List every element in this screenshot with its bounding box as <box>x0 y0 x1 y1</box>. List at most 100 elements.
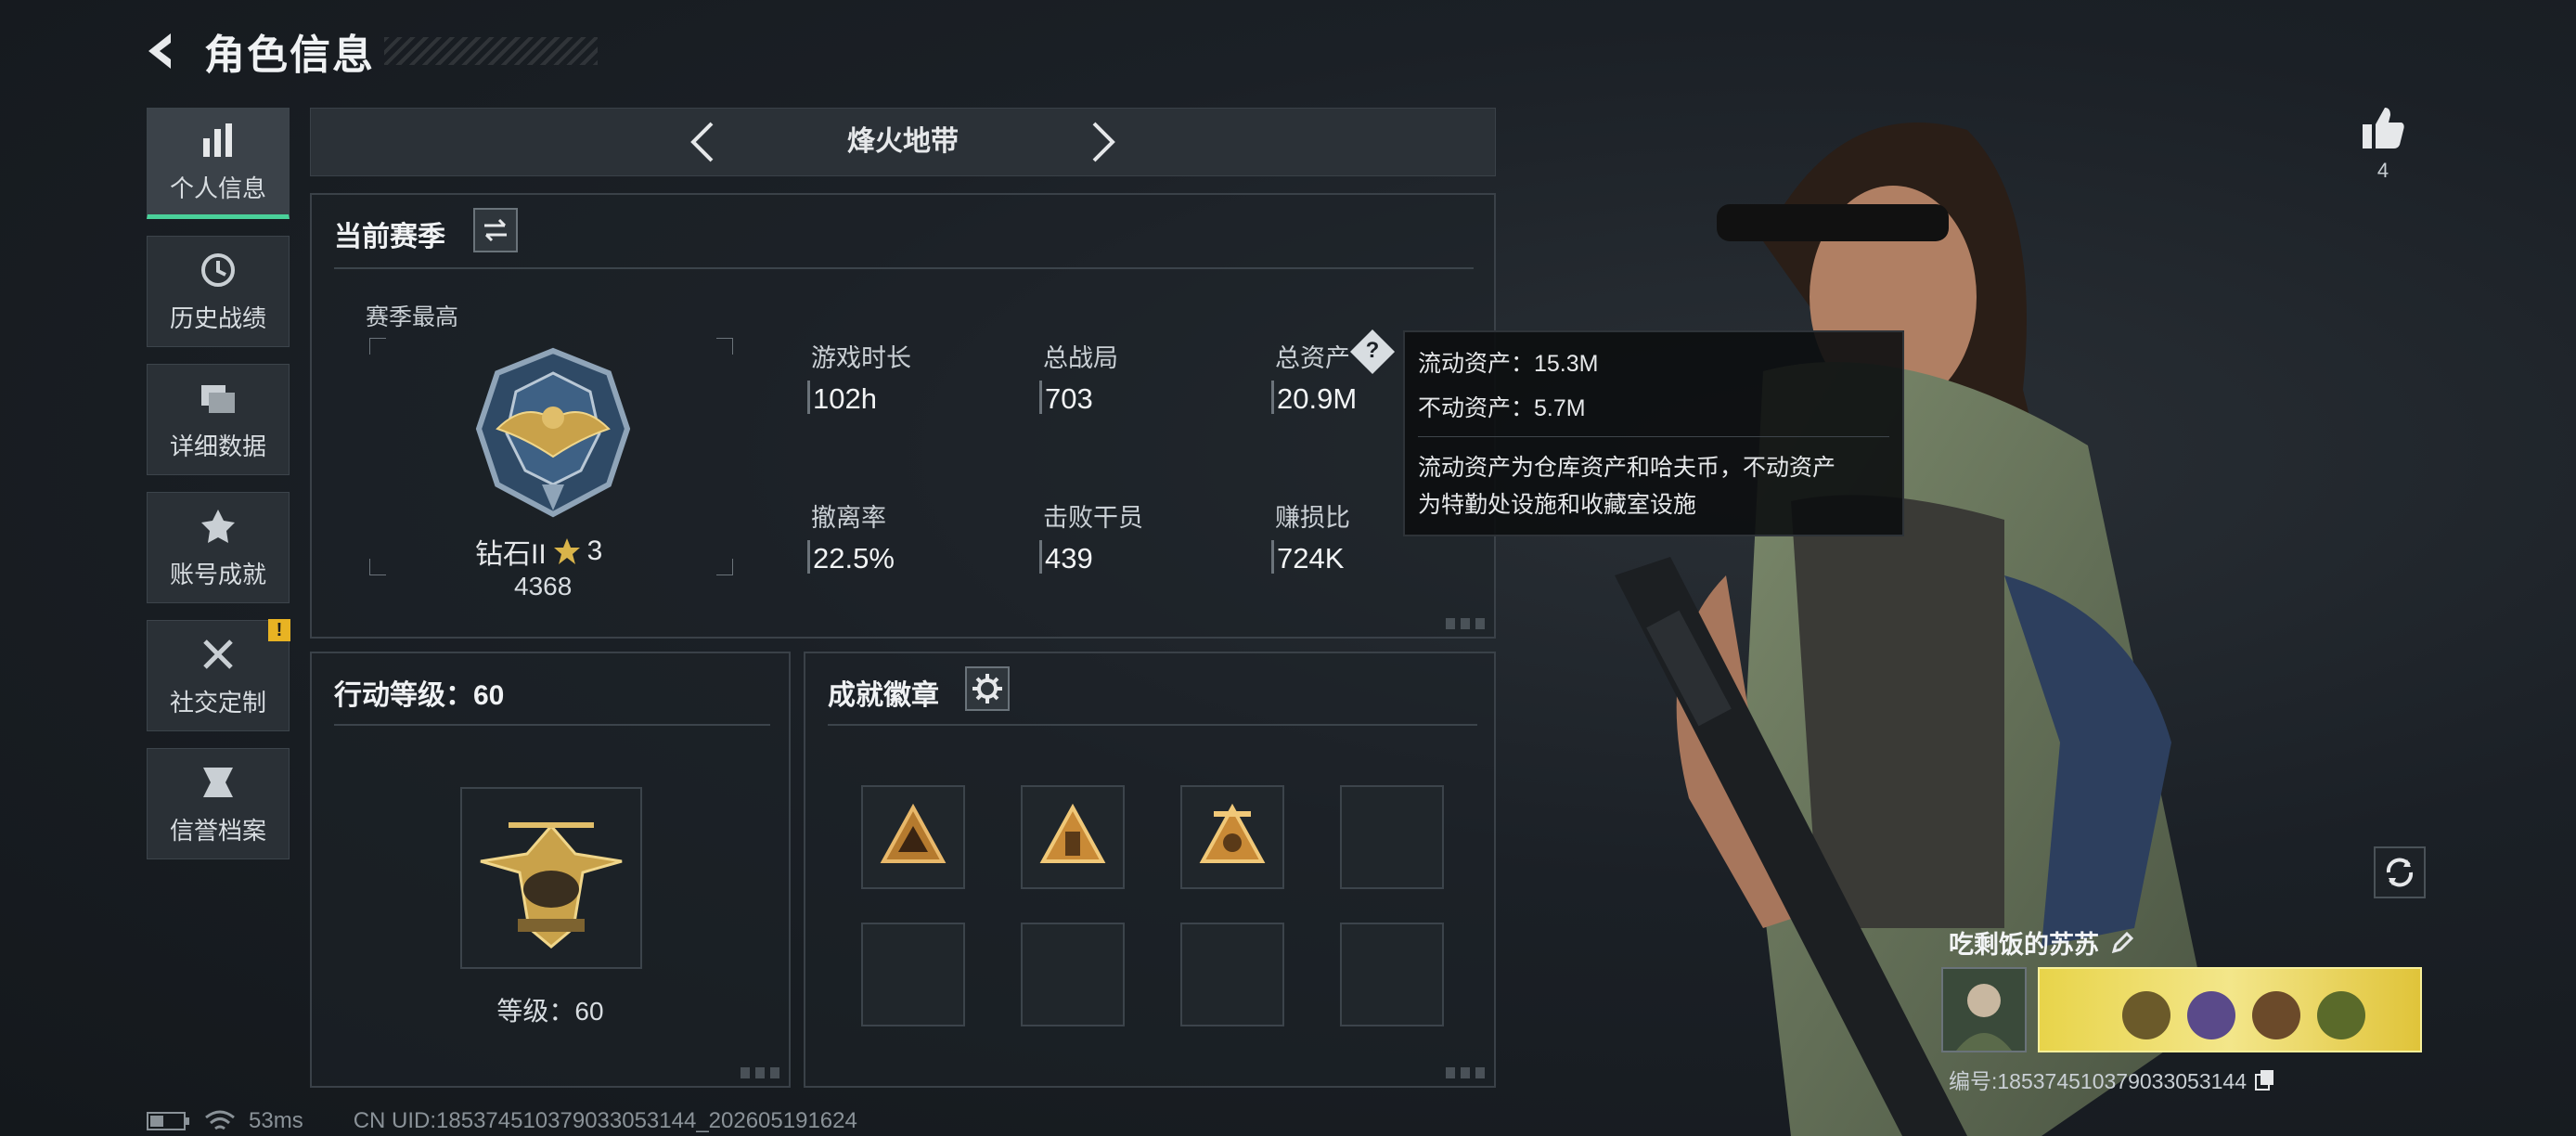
mode-title: 烽火地带 <box>847 126 959 157</box>
help-icon-glyph: ? <box>1365 338 1380 363</box>
back-arrow-icon[interactable] <box>139 28 186 74</box>
triangle-badge-icon <box>1199 803 1266 863</box>
sidebar-item-credit[interactable]: 信誉档案 <box>147 748 290 859</box>
badge-slot-empty[interactable] <box>1340 923 1444 1026</box>
divider <box>334 724 770 726</box>
divider <box>334 267 1474 269</box>
panel-decoration <box>1446 1067 1487 1078</box>
stat-value-kills: 439 <box>1045 542 1093 574</box>
level-panel: 行动等级：60 等级：60 <box>310 652 791 1088</box>
squad-banner-image <box>2122 991 2365 1039</box>
player-name: 吃剩饭的苏苏 <box>1949 931 2099 959</box>
status-bar: 53ms CN UID:18537451037903305314​4_20260… <box>147 1108 857 1134</box>
stat-label-playtime: 游戏时长 <box>811 344 911 372</box>
bar-chart-icon <box>203 123 232 157</box>
uid-text: CN UID:18537451037903305314​4_2026051916… <box>353 1108 857 1133</box>
header: 角色信息 <box>139 19 598 84</box>
stat-value-total-matches: 703 <box>1045 382 1093 415</box>
refresh-icon <box>2386 858 2414 887</box>
panel-decoration <box>741 1067 781 1078</box>
season-switch-button[interactable] <box>473 208 518 252</box>
triangle-badge-icon <box>880 803 947 863</box>
stat-label-total-matches: 总战局 <box>1043 344 1118 372</box>
tools-icon <box>203 639 233 669</box>
sidebar-item-label: 信誉档案 <box>169 816 266 845</box>
gear-icon <box>972 674 1002 704</box>
battery-icon <box>147 1112 189 1130</box>
page-title: 角色信息 <box>204 32 375 78</box>
player-name-row: 吃剩饭的苏苏 <box>1949 924 2136 961</box>
warning-badge: ! <box>268 619 290 641</box>
thumbs-up-icon <box>2363 108 2404 148</box>
panel-decoration <box>1446 618 1487 629</box>
badge-slot[interactable] <box>1021 785 1125 889</box>
stat-label-extraction-rate: 撤离率 <box>811 504 886 532</box>
sidebar-item-label: 个人信息 <box>169 174 266 202</box>
player-id: 编号:1853745103790330531​44 <box>1949 1069 2248 1093</box>
tooltip-liquid-assets: 流动资产：15.3M <box>1418 351 1599 377</box>
stat-bar <box>1271 381 1274 414</box>
mode-selector: 烽火地带 <box>310 108 1496 176</box>
data-folder-icon <box>201 384 235 413</box>
credit-shield-icon <box>203 767 233 797</box>
helicopter-level-emblem-icon <box>480 822 623 949</box>
wifi-icon <box>205 1110 235 1130</box>
badges-panel: 成就徽章 <box>804 652 1496 1088</box>
player-id-row: 编号:1853745103790330531​44 <box>1949 1064 2276 1095</box>
divider <box>828 724 1477 726</box>
achievement-icon <box>201 509 235 543</box>
sidebar-item-label: 账号成就 <box>169 560 266 588</box>
stat-bar <box>1271 540 1274 574</box>
assets-tooltip: 流动资产：15.3M 不动资产：5.7M 流动资产为仓库资产和哈夫币，不动资产 … <box>1403 330 1904 536</box>
stat-value-total-assets: 20.9M <box>1277 382 1358 415</box>
season-best-label: 赛季最高 <box>366 304 459 330</box>
sidebar-item-achievements[interactable]: 账号成就 <box>147 492 290 603</box>
stat-bar <box>1039 540 1042 574</box>
diamond-rank-emblem-icon <box>475 347 631 518</box>
rank-score: 4368 <box>514 572 573 600</box>
badge-slot[interactable] <box>861 785 965 889</box>
badge-slot-empty[interactable] <box>1340 785 1444 889</box>
sidebar-item-social[interactable]: 社交定制 ! <box>147 619 290 731</box>
star-icon <box>553 538 580 564</box>
sidebar-item-label: 详细数据 <box>169 432 266 460</box>
badge-slot[interactable] <box>1180 785 1284 889</box>
stat-bar <box>1039 381 1042 414</box>
badge-settings-button[interactable] <box>965 666 1010 711</box>
rotate-view-button[interactable] <box>2374 846 2426 898</box>
player-avatar[interactable] <box>1941 967 2027 1052</box>
season-title: 当前赛季 <box>334 222 445 252</box>
swap-icon <box>484 218 507 242</box>
level-title: 行动等级：60 <box>334 680 505 711</box>
stat-value-extraction-rate: 22.5% <box>813 542 895 574</box>
level-caption: 等级：60 <box>496 997 604 1026</box>
sidebar-item-label: 历史战绩 <box>169 303 266 332</box>
stat-bar <box>807 540 810 574</box>
copy-icon[interactable] <box>2252 1067 2276 1091</box>
sidebar-item-detailed-data[interactable]: 详细数据 <box>147 364 290 475</box>
sidebar-item-personal-info[interactable]: 个人信息 <box>147 108 290 219</box>
stat-value-playtime: 102h <box>813 382 877 415</box>
tooltip-description-line2: 为特勤处设施和收藏室设施 <box>1418 492 1697 518</box>
badge-slot-empty[interactable] <box>861 923 965 1026</box>
rank-stars: 3 <box>586 536 603 566</box>
player-banner[interactable] <box>2038 967 2422 1052</box>
badge-slot-empty[interactable] <box>1021 923 1125 1026</box>
badges-title: 成就徽章 <box>828 680 939 711</box>
stat-label-profit-ratio: 赚损比 <box>1275 504 1350 532</box>
sidebar-item-history[interactable]: 历史战绩 <box>147 236 290 347</box>
divider <box>1418 436 1889 437</box>
stat-label-total-assets: 总资产 <box>1275 344 1350 372</box>
chevron-right-icon[interactable] <box>1079 120 1124 164</box>
stat-label-kills: 击败干员 <box>1043 504 1143 532</box>
level-emblem-frame <box>460 787 642 969</box>
like-button[interactable]: 4 <box>2357 102 2409 186</box>
stat-bar <box>807 381 810 414</box>
stat-value-profit-ratio: 724K <box>1277 542 1345 574</box>
history-clock-icon <box>201 252 235 287</box>
edit-pencil-icon[interactable] <box>2108 929 2136 957</box>
sidebar-item-label: 社交定制 <box>169 688 266 716</box>
season-panel: 当前赛季 赛季最高 钻石II 3 4368 游戏时长 102h 总战局 703 … <box>310 193 1496 639</box>
title-decoration <box>384 37 598 65</box>
badge-slot-empty[interactable] <box>1180 923 1284 1026</box>
